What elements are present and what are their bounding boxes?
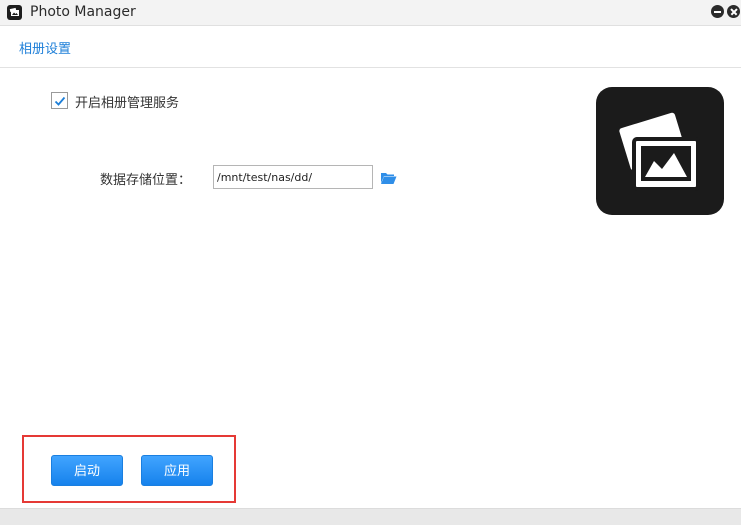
folder-open-icon[interactable] <box>380 170 397 189</box>
photo-app-icon <box>7 5 22 20</box>
minimize-icon[interactable] <box>711 5 724 18</box>
tab-album-settings[interactable]: 相册设置 <box>19 38 71 57</box>
window-title: Photo Manager <box>30 4 136 20</box>
checkmark-icon <box>54 96 66 106</box>
tab-bar: 相册设置 <box>0 27 741 68</box>
photo-manager-window: Photo Manager 相册设置 开启相册管理服务 数据存储位置： /mnt… <box>0 0 741 525</box>
photos-icon <box>596 87 724 215</box>
storage-path-input[interactable] <box>213 165 373 189</box>
enable-service-label: 开启相册管理服务 <box>75 96 180 111</box>
title-bar: Photo Manager <box>0 0 741 26</box>
enable-service-checkbox[interactable] <box>51 92 68 109</box>
close-icon[interactable] <box>727 5 740 18</box>
storage-location-label: 数据存储位置： <box>100 173 192 188</box>
start-button[interactable]: 启动 <box>51 455 123 486</box>
apply-button[interactable]: 应用 <box>141 455 213 486</box>
status-bar <box>0 508 741 525</box>
